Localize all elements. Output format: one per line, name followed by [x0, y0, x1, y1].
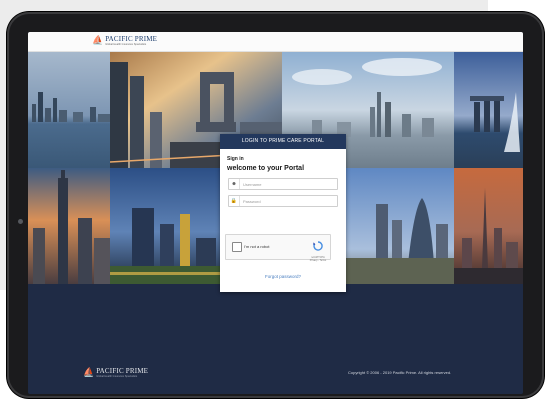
recaptcha-widget: I'm not a robot reCAPTCHA Privacy - Term… — [225, 234, 331, 262]
portal-screen: ⛵ PACIFIC PRIME Global Health Insurance … — [28, 32, 523, 394]
logo-tagline: Global Health Insurance Specialists — [105, 43, 147, 46]
pacific-prime-logo-icon: ⛵ — [92, 35, 104, 45]
recaptcha-checkbox[interactable] — [232, 242, 242, 252]
footer-logo-name: PACIFIC PRIME — [96, 367, 149, 375]
tablet-frame: ⛵ PACIFIC PRIME Global Health Insurance … — [7, 12, 544, 398]
username-input[interactable] — [240, 180, 336, 188]
city-photo-hong-kong-harbor — [28, 52, 110, 168]
city-photo-singapore-marina-bay — [454, 52, 523, 168]
logo-name: PACIFIC PRIME — [105, 35, 158, 43]
welcome-heading: welcome to your Portal — [227, 165, 305, 172]
footer-logo[interactable]: ⛵ PACIFIC PRIME Global Health Insurance … — [83, 367, 148, 378]
forgot-password-link[interactable]: Forgot password? — [220, 274, 346, 279]
login-card: LOGIN TO PRIME CARE PORTAL Sign in welco… — [220, 134, 346, 292]
recaptcha-icon — [313, 241, 323, 251]
copyright-text: Copyright © 2006 - 2019 Pacific Prime. A… — [348, 370, 452, 375]
password-field[interactable]: 🔒 — [228, 195, 338, 207]
camera-icon — [18, 219, 23, 224]
lock-icon: 🔒 — [229, 196, 240, 206]
city-photo-london-city — [346, 168, 454, 284]
login-card-title: LOGIN TO PRIME CARE PORTAL — [220, 134, 346, 149]
user-icon: ☻ — [229, 179, 240, 189]
city-photo-shenzhen-sunset — [28, 168, 110, 284]
recaptcha-badge: reCAPTCHA Privacy - Terms — [309, 238, 327, 262]
password-input[interactable] — [240, 197, 336, 205]
username-field[interactable]: ☻ — [228, 178, 338, 190]
footer-logo-tagline: Global Health Insurance Specialists — [96, 375, 138, 378]
pacific-prime-logo[interactable]: ⛵ PACIFIC PRIME Global Health Insurance … — [92, 35, 157, 46]
signin-label: Sign in — [227, 156, 244, 162]
city-photo-dubai-skyline — [454, 168, 523, 284]
recaptcha-label: I'm not a robot — [244, 244, 270, 249]
pacific-prime-footer-logo-icon: ⛵ — [83, 367, 95, 377]
header-bar: ⛵ PACIFIC PRIME Global Health Insurance … — [28, 32, 523, 52]
recaptcha-terms[interactable]: Privacy - Terms — [309, 259, 327, 262]
